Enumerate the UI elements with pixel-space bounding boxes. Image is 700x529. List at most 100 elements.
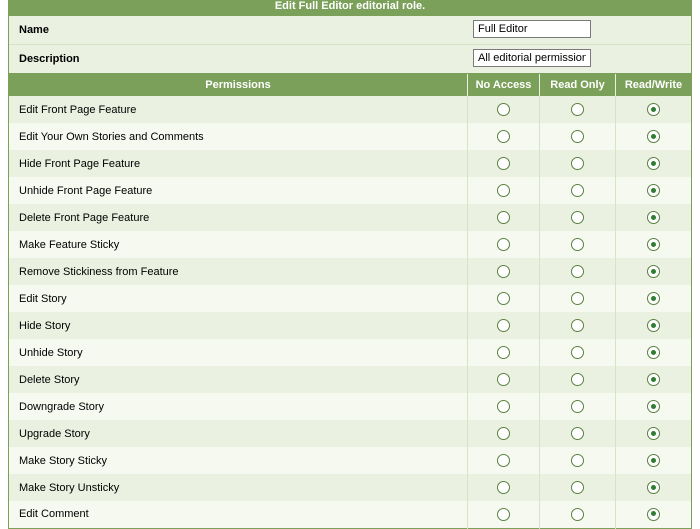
radio-cell-rw <box>616 231 692 258</box>
permission-row: Remove Stickiness from Feature <box>9 258 692 285</box>
col-header-permissions: Permissions <box>9 74 468 96</box>
permission-row: Delete Front Page Feature <box>9 204 692 231</box>
radio-cell-ro <box>540 96 616 123</box>
radio-cell-rw <box>616 204 692 231</box>
radio-none[interactable] <box>497 103 510 116</box>
radio-ro[interactable] <box>571 103 584 116</box>
form-row-name: Name <box>9 16 691 45</box>
permission-label: Edit Your Own Stories and Comments <box>9 123 468 150</box>
radio-none[interactable] <box>497 481 510 494</box>
permission-row: Edit Comment <box>9 501 692 528</box>
permission-row: Edit Story <box>9 285 692 312</box>
radio-cell-ro <box>540 366 616 393</box>
permissions-body: Edit Front Page FeatureEdit Your Own Sto… <box>9 96 692 528</box>
description-input[interactable] <box>473 49 591 67</box>
radio-ro[interactable] <box>571 130 584 143</box>
radio-ro[interactable] <box>571 292 584 305</box>
radio-cell-none <box>468 366 540 393</box>
permission-row: Make Feature Sticky <box>9 231 692 258</box>
permission-label: Unhide Story <box>9 339 468 366</box>
radio-none[interactable] <box>497 427 510 440</box>
radio-cell-ro <box>540 339 616 366</box>
radio-rw[interactable] <box>647 184 660 197</box>
radio-ro[interactable] <box>571 481 584 494</box>
radio-cell-rw <box>616 393 692 420</box>
radio-ro[interactable] <box>571 211 584 224</box>
name-label: Name <box>9 16 465 44</box>
radio-none[interactable] <box>497 319 510 332</box>
description-field-cell <box>465 45 691 73</box>
radio-ro[interactable] <box>571 157 584 170</box>
radio-ro[interactable] <box>571 454 584 467</box>
radio-rw[interactable] <box>647 508 660 521</box>
radio-none[interactable] <box>497 508 510 521</box>
radio-cell-ro <box>540 231 616 258</box>
radio-cell-ro <box>540 501 616 528</box>
radio-ro[interactable] <box>571 238 584 251</box>
radio-cell-ro <box>540 474 616 501</box>
radio-rw[interactable] <box>647 373 660 386</box>
radio-none[interactable] <box>497 211 510 224</box>
permission-label: Delete Front Page Feature <box>9 204 468 231</box>
radio-cell-none <box>468 312 540 339</box>
radio-cell-rw <box>616 123 692 150</box>
radio-rw[interactable] <box>647 265 660 278</box>
radio-rw[interactable] <box>647 427 660 440</box>
radio-rw[interactable] <box>647 319 660 332</box>
radio-cell-ro <box>540 420 616 447</box>
radio-cell-ro <box>540 258 616 285</box>
permission-row: Hide Story <box>9 312 692 339</box>
radio-none[interactable] <box>497 292 510 305</box>
radio-cell-none <box>468 339 540 366</box>
permission-label: Delete Story <box>9 366 468 393</box>
radio-none[interactable] <box>497 400 510 413</box>
radio-ro[interactable] <box>571 265 584 278</box>
radio-none[interactable] <box>497 346 510 359</box>
permission-row: Make Story Sticky <box>9 447 692 474</box>
permission-label: Make Feature Sticky <box>9 231 468 258</box>
radio-rw[interactable] <box>647 157 660 170</box>
radio-none[interactable] <box>497 184 510 197</box>
radio-ro[interactable] <box>571 346 584 359</box>
permission-row: Edit Your Own Stories and Comments <box>9 123 692 150</box>
radio-rw[interactable] <box>647 103 660 116</box>
radio-ro[interactable] <box>571 508 584 521</box>
radio-none[interactable] <box>497 373 510 386</box>
radio-cell-rw <box>616 177 692 204</box>
radio-cell-rw <box>616 285 692 312</box>
radio-rw[interactable] <box>647 454 660 467</box>
form-section: Name Description <box>8 16 692 74</box>
permission-label: Unhide Front Page Feature <box>9 177 468 204</box>
radio-none[interactable] <box>497 130 510 143</box>
radio-none[interactable] <box>497 238 510 251</box>
radio-ro[interactable] <box>571 184 584 197</box>
radio-ro[interactable] <box>571 319 584 332</box>
radio-ro[interactable] <box>571 400 584 413</box>
radio-none[interactable] <box>497 454 510 467</box>
radio-ro[interactable] <box>571 373 584 386</box>
radio-none[interactable] <box>497 157 510 170</box>
name-field-cell <box>465 16 691 44</box>
radio-cell-ro <box>540 393 616 420</box>
radio-cell-none <box>468 447 540 474</box>
radio-cell-ro <box>540 177 616 204</box>
radio-cell-ro <box>540 285 616 312</box>
radio-cell-none <box>468 150 540 177</box>
name-input[interactable] <box>473 20 591 38</box>
radio-cell-none <box>468 204 540 231</box>
page-title: Edit Full Editor editorial role. <box>275 0 425 12</box>
radio-rw[interactable] <box>647 346 660 359</box>
radio-ro[interactable] <box>571 427 584 440</box>
permission-label: Edit Story <box>9 285 468 312</box>
permission-row: Make Story Unsticky <box>9 474 692 501</box>
radio-rw[interactable] <box>647 481 660 494</box>
radio-rw[interactable] <box>647 292 660 305</box>
permission-row: Upgrade Story <box>9 420 692 447</box>
radio-cell-rw <box>616 366 692 393</box>
radio-rw[interactable] <box>647 211 660 224</box>
radio-rw[interactable] <box>647 130 660 143</box>
radio-rw[interactable] <box>647 400 660 413</box>
radio-rw[interactable] <box>647 238 660 251</box>
radio-cell-none <box>468 177 540 204</box>
radio-none[interactable] <box>497 265 510 278</box>
